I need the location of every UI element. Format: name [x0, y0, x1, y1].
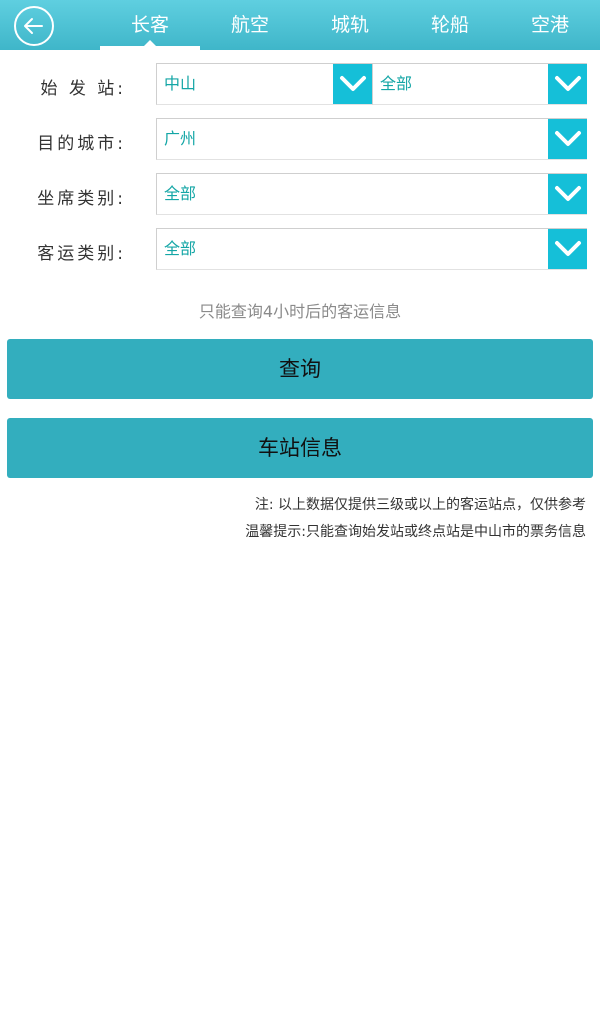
tab-aviation[interactable]: 航空 — [200, 0, 300, 50]
service-type-value: 全部 — [164, 239, 197, 258]
tab-intercity-rail[interactable]: 城轨 — [300, 0, 400, 50]
chevron-down-icon — [555, 241, 581, 256]
tab-long-distance-bus[interactable]: 长客 — [100, 0, 200, 50]
data-source-note: 注: 以上数据仅提供三级或以上的客运站点，仅供参考 — [254, 497, 586, 513]
query-hint-text: 只能查询4小时后的客运信息 — [198, 302, 402, 321]
chevron-down-icon — [555, 131, 581, 146]
service-type-select[interactable]: 全部 — [156, 228, 587, 270]
departure-city-select[interactable]: 中山 — [156, 63, 372, 105]
destination-city-select[interactable]: 广州 — [156, 118, 587, 160]
service-type-dropdown-button[interactable] — [548, 229, 587, 269]
seat-type-label: 坐席类别: — [37, 189, 126, 209]
departure-station-dropdown-button[interactable] — [548, 64, 587, 104]
tab-ferry[interactable]: 轮船 — [400, 0, 500, 50]
departure-city-value: 中山 — [164, 74, 197, 93]
departure-station-select[interactable]: 全部 — [372, 63, 587, 105]
seat-type-dropdown-button[interactable] — [548, 174, 587, 214]
chevron-down-icon — [555, 186, 581, 201]
departure-city-dropdown-button[interactable] — [333, 64, 372, 104]
seat-type-select[interactable]: 全部 — [156, 173, 587, 215]
service-type-label: 客运类别: — [37, 244, 126, 264]
station-info-button[interactable]: 车站信息 — [7, 418, 593, 478]
arrow-left-icon — [24, 18, 43, 34]
departure-label: 始 发 站: — [40, 79, 126, 99]
back-button[interactable] — [14, 6, 54, 46]
departure-station-value: 全部 — [380, 74, 413, 93]
chevron-down-icon — [555, 76, 581, 91]
destination-label: 目的城市: — [37, 134, 126, 154]
tab-airport-express[interactable]: 空港 — [500, 0, 600, 50]
category-tabs: 长客 航空 城轨 轮船 空港 — [100, 0, 600, 50]
top-bar: 长客 航空 城轨 轮船 空港 — [0, 0, 600, 50]
destination-city-value: 广州 — [164, 129, 197, 148]
query-button[interactable]: 查询 — [7, 339, 593, 399]
destination-city-dropdown-button[interactable] — [548, 119, 587, 159]
warm-tip-note: 温馨提示:只能查询始发站或终点站是中山市的票务信息 — [245, 524, 586, 540]
chevron-down-icon — [340, 76, 366, 91]
seat-type-value: 全部 — [164, 184, 197, 203]
